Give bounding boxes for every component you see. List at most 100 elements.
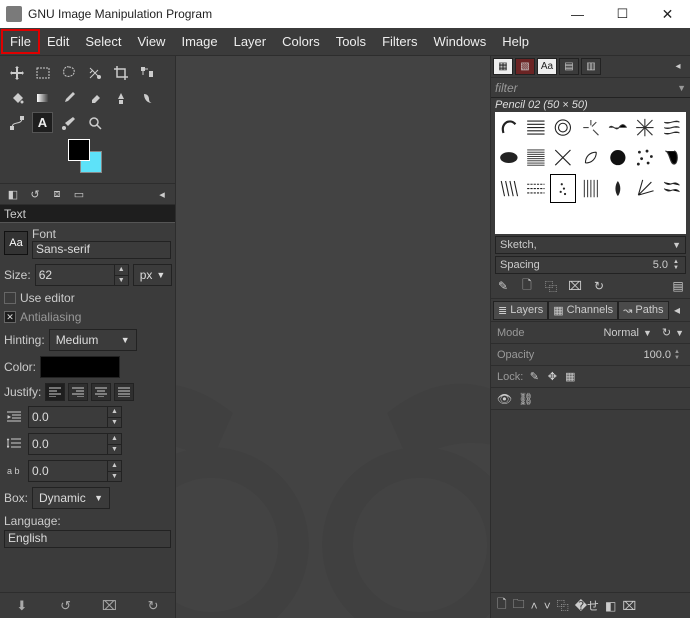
link-icon[interactable]: ⛓ [518,392,533,406]
brush-item[interactable] [496,113,522,142]
history-tab-icon[interactable]: ⧈ [48,186,66,202]
brush-item[interactable] [577,143,603,172]
menu-tools[interactable]: Tools [328,30,374,53]
mode-select[interactable]: Normal▼ ↻▼ [603,326,684,339]
justify-fill-icon[interactable] [114,383,134,401]
box-select[interactable]: Dynamic▼ [32,487,110,509]
raise-layer-icon[interactable]: ˄ [531,599,538,613]
line-spacing-stepper[interactable]: ▲▼ [108,433,122,455]
menu-layer[interactable]: Layer [226,30,275,53]
clone-tool-icon[interactable] [110,87,131,108]
brush-filter-input[interactable]: filter▼ [491,78,690,98]
hinting-select[interactable]: Medium▼ [49,329,137,351]
tab-paths[interactable]: ↝Paths [618,301,668,320]
brush-item[interactable] [605,204,631,233]
brush-item[interactable] [605,113,631,142]
brush-item[interactable] [659,113,685,142]
restore-preset-icon[interactable]: ↺ [56,597,76,615]
new-layer-icon[interactable]: 🗋 [497,595,507,616]
size-input[interactable] [35,264,115,286]
maximize-button[interactable]: ☐ [600,0,645,28]
size-unit-select[interactable]: px▼ [133,264,173,286]
brush-item[interactable] [523,113,549,142]
tool-options-tab-icon[interactable]: ◧ [4,186,22,202]
letter-spacing-input[interactable] [28,460,108,482]
brush-grid[interactable] [495,112,686,234]
brush-item[interactable] [496,204,522,233]
letter-spacing-stepper[interactable]: ▲▼ [108,460,122,482]
size-stepper[interactable]: ▲▼ [115,264,129,286]
brush-new-icon[interactable]: 🗋 [519,278,535,294]
merge-layer-icon[interactable]: �せ [575,597,599,614]
canvas-area[interactable] [176,56,490,618]
brush-item[interactable] [577,174,603,203]
new-group-icon[interactable]: 🗀 [513,595,525,616]
justify-right-icon[interactable] [68,383,88,401]
delete-preset-icon[interactable]: ⌧ [99,597,119,615]
brush-item[interactable] [632,143,658,172]
brush-spacing-field[interactable]: Spacing 5.0 ▲▼ [495,256,686,274]
mask-layer-icon[interactable]: ◧ [605,599,616,613]
brush-item[interactable] [632,204,658,233]
free-select-tool-icon[interactable] [58,62,79,83]
menu-filters[interactable]: Filters [374,30,425,53]
menu-select[interactable]: Select [77,30,129,53]
language-field[interactable]: English [4,530,171,548]
brush-item[interactable] [550,204,576,233]
brush-refresh-icon[interactable]: ↻ [591,278,607,294]
brush-item[interactable] [659,174,685,203]
font-preview-icon[interactable]: Aa [4,231,28,255]
brush-item[interactable] [496,143,522,172]
brush-delete-icon[interactable]: ⌧ [567,278,583,294]
text-tool-icon[interactable]: A [32,112,53,133]
brush-item[interactable] [659,143,685,172]
menu-help[interactable]: Help [494,30,537,53]
close-button[interactable]: ✕ [645,0,690,28]
brush-item[interactable] [605,143,631,172]
brush-item[interactable] [632,113,658,142]
gradient-tab-icon[interactable]: ▥ [581,58,601,75]
brush-item[interactable] [577,113,603,142]
dock-menu-icon[interactable]: ◂ [668,58,688,75]
path-tool-icon[interactable] [6,112,27,133]
save-preset-icon[interactable]: ⬇ [12,597,32,615]
brush-open-icon[interactable]: ▤ [670,278,686,294]
dock-menu-icon[interactable]: ◂ [674,303,688,317]
brush-item[interactable] [496,174,522,203]
menu-colors[interactable]: Colors [274,30,328,53]
gradient-tool-icon[interactable] [32,87,53,108]
history-tab-icon[interactable]: ▤ [559,58,579,75]
minimize-button[interactable]: — [555,0,600,28]
reset-preset-icon[interactable]: ↻ [143,597,163,615]
device-tab-icon[interactable]: ↺ [26,186,44,202]
brush-item[interactable] [659,204,685,233]
zoom-tool-icon[interactable] [84,112,105,133]
brush-item[interactable] [550,143,576,172]
use-editor-checkbox[interactable] [4,292,16,304]
delete-layer-icon[interactable]: ⌧ [622,599,636,613]
lock-alpha-icon[interactable]: ▦ [563,370,577,384]
opacity-stepper[interactable]: ▲▼ [674,349,684,361]
menu-file[interactable]: File [2,30,39,53]
rect-select-tool-icon[interactable] [32,62,53,83]
brush-item[interactable] [632,174,658,203]
color-picker-tool-icon[interactable] [58,112,79,133]
indent-input[interactable] [28,406,108,428]
layer-opacity-row[interactable]: Opacity 100.0 ▲▼ [491,344,690,366]
brush-duplicate-icon[interactable]: ⿻ [543,278,559,294]
fuzzy-select-tool-icon[interactable] [84,62,105,83]
lower-layer-icon[interactable]: ˅ [544,599,551,613]
brush-item[interactable] [523,174,549,203]
patterns-tab-icon[interactable]: ▧ [515,58,535,75]
brush-item-selected[interactable] [550,174,576,203]
move-tool-icon[interactable] [6,62,27,83]
bucket-tool-icon[interactable] [6,87,27,108]
lock-position-icon[interactable]: ✥ [545,370,559,384]
brush-edit-icon[interactable]: ✎ [495,278,511,294]
brush-item[interactable] [550,113,576,142]
justify-center-icon[interactable] [91,383,111,401]
indent-stepper[interactable]: ▲▼ [108,406,122,428]
tab-layers[interactable]: ≣Layers [493,301,548,320]
foreground-color-swatch[interactable] [68,139,90,161]
mode-switch-icon[interactable]: ↻ [662,326,671,339]
